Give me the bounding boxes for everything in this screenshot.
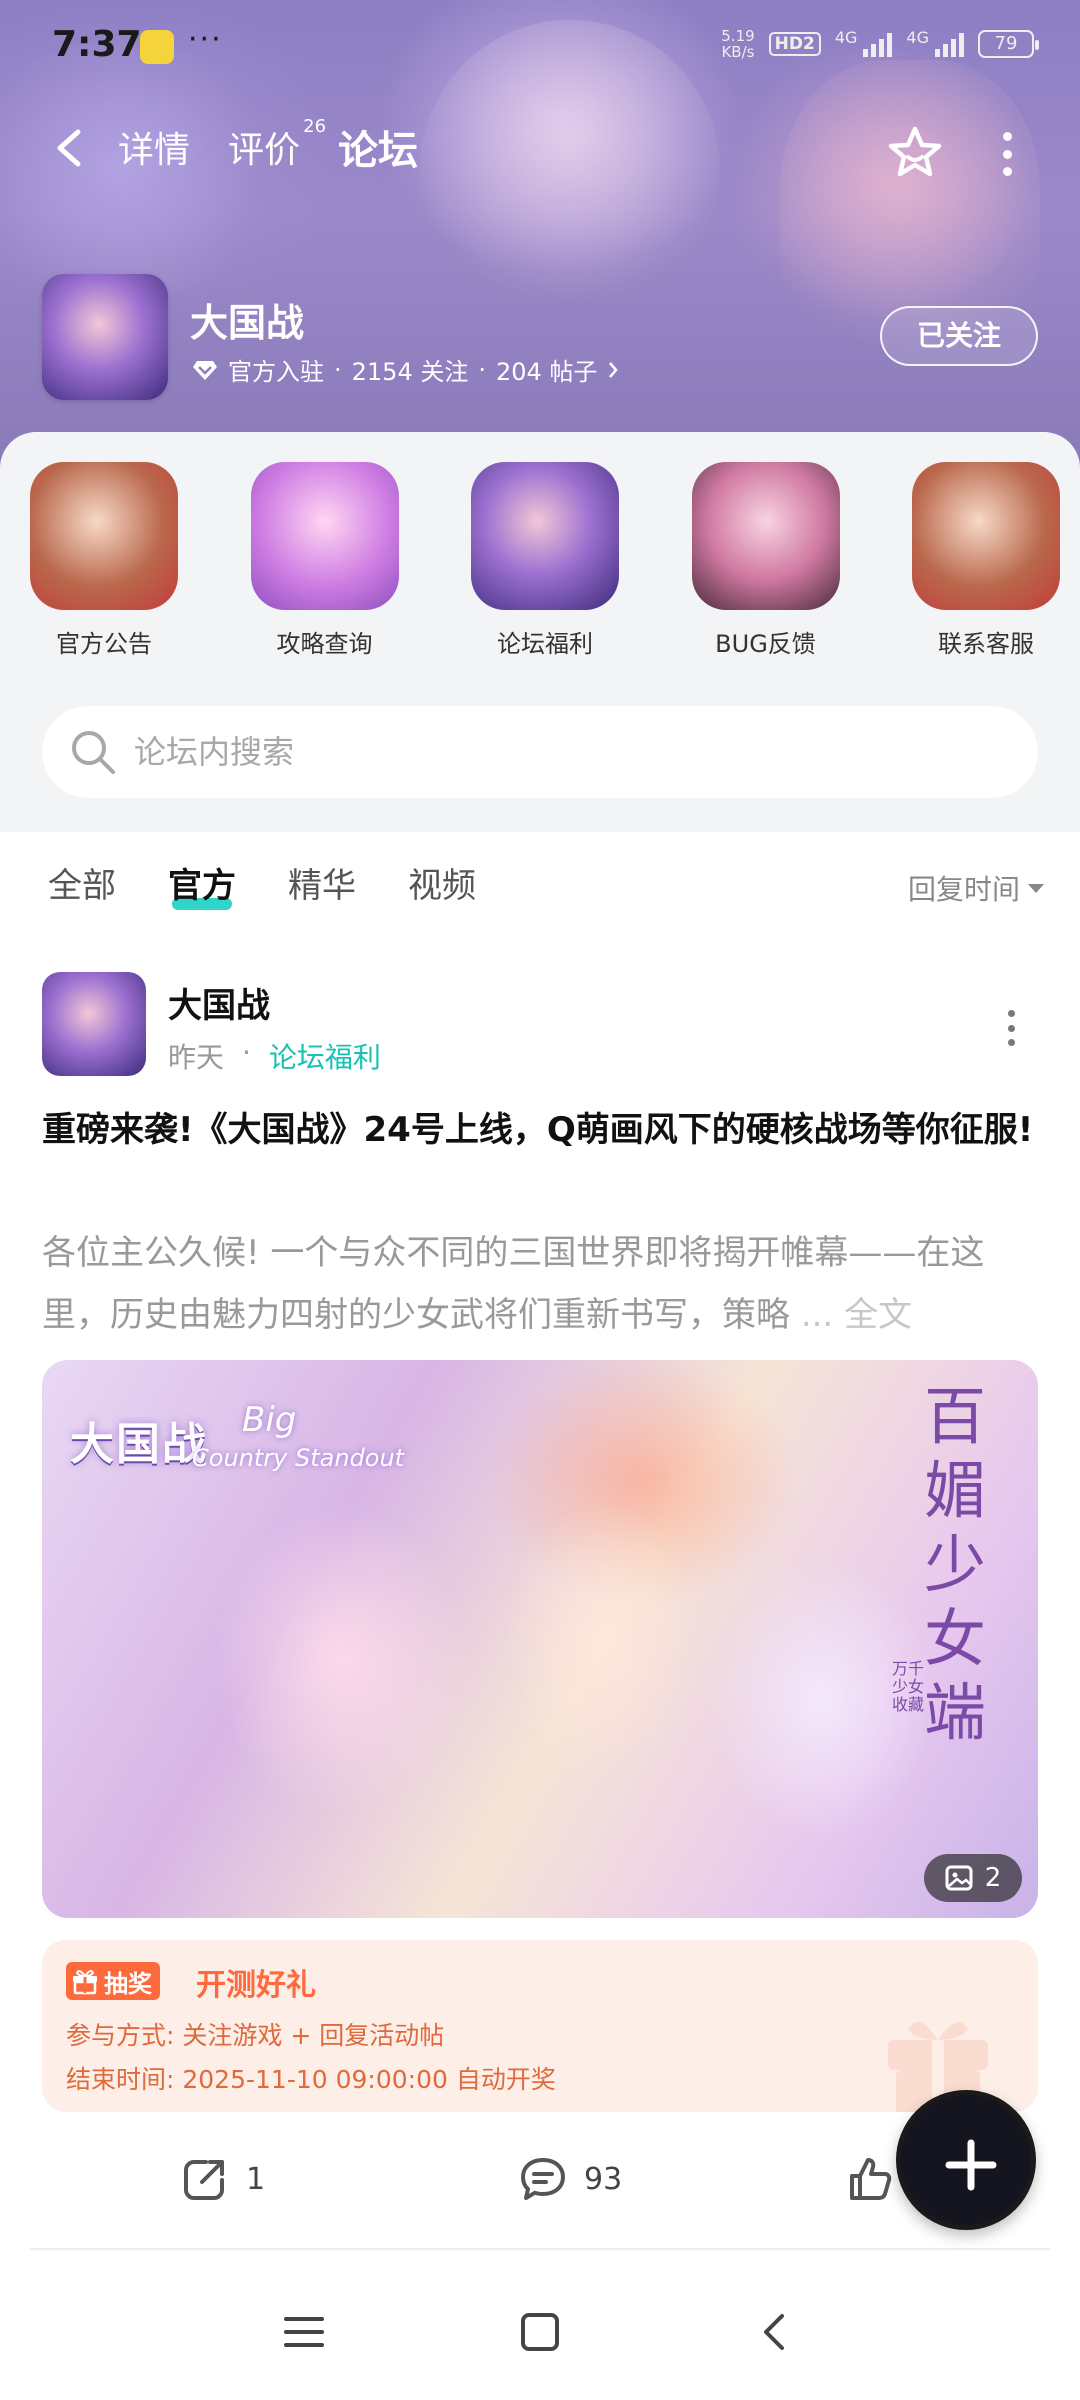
post-more-icon[interactable]: [1004, 1010, 1018, 1046]
like-button[interactable]: [846, 2154, 896, 2204]
shortcut-label: 官方公告: [56, 630, 152, 658]
top-tabs: 详情 评价 26 论坛: [118, 118, 419, 176]
status-indicators: 5.19 KB/s HD2 4G 4G 79: [721, 27, 1039, 61]
shortcut-label: 联系客服: [938, 630, 1034, 658]
network-type-2: 4G: [906, 28, 929, 47]
image-game-logo: 大国战: [70, 1419, 208, 1470]
tab-details[interactable]: 详情: [118, 126, 190, 176]
sort-label: 回复时间: [907, 873, 1020, 906]
image-logo-en-sub: Country Standout: [192, 1444, 405, 1472]
lottery-title: 开测好礼: [196, 1968, 316, 2003]
shortcut-bug-feedback[interactable]: BUG反馈: [691, 462, 840, 662]
post-author-name[interactable]: 大国战: [168, 978, 270, 1027]
shortcut-forum-welfare[interactable]: 论坛福利: [471, 462, 619, 662]
search-input[interactable]: [134, 733, 994, 771]
more-notifications-icon: ···: [188, 22, 223, 57]
filter-tab-video[interactable]: 视频: [408, 858, 476, 914]
filter-tabs: 全部 官方 精华 视频: [48, 858, 476, 914]
status-time: 7:37: [52, 24, 142, 65]
post-divider: [30, 2248, 1050, 2250]
system-back-icon[interactable]: [752, 2310, 796, 2354]
chevron-right-icon: [609, 361, 619, 378]
reviews-count-badge: 26: [303, 116, 327, 137]
system-navigation-bar: [0, 2260, 1080, 2400]
forum-shortcuts: 官方公告 攻略查询 论坛福利 BUG反馈 联系客服: [0, 462, 1080, 662]
share-count: 1: [246, 2161, 266, 2197]
shortcut-thumbnail: [912, 462, 1060, 610]
share-icon: [184, 2160, 224, 2200]
forum-header: 7:37 ··· 5.19 KB/s HD2 4G 4G 79 详情 评价 26…: [0, 0, 1080, 470]
more-options-icon[interactable]: [994, 132, 1020, 176]
shortcut-thumbnail: [471, 462, 619, 610]
comment-icon: [521, 2158, 565, 2200]
image-count-badge: 2: [924, 1854, 1022, 1902]
plus-icon: [945, 2139, 997, 2191]
post-filter-bar: 全部 官方 精华 视频 回复时间: [0, 832, 1080, 942]
verified-diamond-icon: [193, 360, 217, 380]
filter-tab-official[interactable]: 官方: [168, 858, 236, 914]
post-meta: 昨天 · 论坛福利: [168, 1036, 381, 1076]
network-type-1: 4G: [834, 28, 858, 47]
shortcut-thumbnail: [691, 462, 840, 610]
recent-apps-icon[interactable]: [282, 2310, 326, 2354]
gallery-icon: [945, 1865, 973, 1891]
share-button[interactable]: 1: [180, 2154, 265, 2204]
lottery-participation: 参与方式: 关注游戏 + 回复活动帖: [66, 2021, 445, 2050]
back-arrow-icon[interactable]: [52, 128, 86, 168]
verified-label: 官方入驻: [228, 358, 324, 386]
favorite-star-icon[interactable]: [886, 124, 944, 182]
post-author-avatar[interactable]: [42, 972, 146, 1076]
thumbs-up-icon: [850, 2158, 892, 2200]
lottery-card[interactable]: 抽奖 开测好礼 参与方式: 关注游戏 + 回复活动帖 结束时间: 2025-11…: [42, 1940, 1038, 2112]
status-bar: 7:37 ··· 5.19 KB/s HD2 4G 4G 79: [0, 0, 1080, 90]
shortcut-thumbnail: [30, 462, 178, 610]
signal-icon-2: [935, 31, 964, 57]
tab-forum[interactable]: 论坛: [338, 126, 419, 176]
forum-search-bar[interactable]: [42, 706, 1038, 798]
game-icon[interactable]: [42, 274, 168, 400]
comment-count: 93: [584, 2161, 623, 2197]
lottery-end-time: 结束时间: 2025-11-10 09:00:00 自动开奖: [66, 2065, 556, 2094]
filter-tab-all[interactable]: 全部: [48, 858, 116, 914]
follow-button[interactable]: 已关注: [880, 306, 1038, 366]
sort-dropdown[interactable]: 回复时间: [908, 868, 1044, 908]
shortcut-guide-search[interactable]: 攻略查询: [250, 462, 399, 662]
signal-icon: [863, 31, 893, 57]
image-logo-en: Big: [242, 1400, 297, 1440]
post-excerpt[interactable]: 各位主公久候! 一个与众不同的三国世界即将揭开帷幕——在这里，历史由魅力四射的少…: [42, 1222, 1038, 1346]
filter-tab-featured[interactable]: 精华: [288, 858, 356, 914]
battery-icon: 79: [978, 30, 1039, 58]
game-title: 大国战: [190, 301, 305, 345]
post-board-link[interactable]: 论坛福利: [269, 1036, 381, 1076]
hd-voice-icon: HD2: [768, 32, 821, 56]
post-image[interactable]: 大国战 Big Country Standout 百媚少女端 万千少女收藏 2: [42, 1360, 1038, 1918]
home-icon[interactable]: [518, 2310, 562, 2354]
comment-button[interactable]: 93: [518, 2154, 622, 2204]
shortcut-thumbnail: [250, 462, 399, 610]
post-title[interactable]: 重磅来袭!《大国战》24号上线，Q萌画风下的硬核战场等你征服!: [42, 1100, 1038, 1160]
lottery-badge: 抽奖: [66, 1962, 160, 2000]
shortcut-label: BUG反馈: [715, 630, 816, 658]
notification-app-icon: [140, 30, 174, 64]
posts-count: 204 帖子: [496, 358, 598, 386]
shortcut-label: 攻略查询: [276, 630, 373, 658]
network-speed: 5.19 KB/s: [721, 27, 755, 61]
gift-icon: [73, 1970, 97, 1995]
shortcut-contact-support[interactable]: 联系客服: [912, 462, 1060, 662]
read-more-link[interactable]: ... 全文: [801, 1295, 912, 1335]
new-post-button[interactable]: [895, 2089, 1037, 2231]
shortcut-label: 论坛福利: [497, 630, 593, 658]
followers-count: 2154 关注: [351, 358, 469, 386]
search-icon: [72, 731, 115, 774]
post-time: 昨天: [168, 1041, 225, 1074]
image-small-text: 万千少女收藏: [892, 1659, 925, 1714]
shortcut-official-notice[interactable]: 官方公告: [30, 462, 178, 662]
tab-reviews[interactable]: 评价 26: [228, 118, 326, 176]
game-meta[interactable]: 官方入驻 · 2154 关注 · 204 帖子: [192, 352, 619, 387]
caret-down-icon: [1028, 883, 1044, 893]
